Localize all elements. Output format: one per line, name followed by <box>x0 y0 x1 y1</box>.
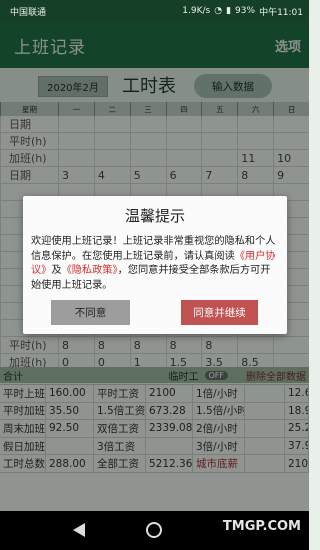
wifi-icon: ◔ <box>214 6 223 16</box>
back-icon[interactable] <box>73 523 85 537</box>
status-time: 中午11:01 <box>259 7 303 18</box>
watermark: TMGP.COM <box>222 519 301 534</box>
battery-percent: 93% <box>235 6 256 16</box>
privacy-dialog: 温馨提示 欢迎使用上班记录！上班记录非常重视您的隐私和个人信息保护。在您使用上班… <box>23 196 287 334</box>
carrier-label: 中国联通 <box>10 7 47 18</box>
decline-button[interactable]: 不同意 <box>51 300 130 325</box>
network-speed: 1.9K/s <box>182 6 211 16</box>
dialog-text: 及 <box>51 265 62 276</box>
privacy-policy-link[interactable]: 《隐私政策》 <box>62 265 118 276</box>
dialog-body: 欢迎使用上班记录！上班记录非常重视您的隐私和个人信息保护。在您使用上班记录前，请… <box>31 235 279 293</box>
accept-button[interactable]: 同意并继续 <box>181 300 258 325</box>
signal-icon: ▮ <box>226 6 232 16</box>
status-bar: 中国联通 1.9K/s ◔ ▮ 93% 中午11:01 <box>0 0 309 22</box>
dialog-title: 温馨提示 <box>124 207 185 225</box>
home-icon[interactable] <box>146 522 162 538</box>
nav-bar: TMGP.COM <box>0 511 309 550</box>
